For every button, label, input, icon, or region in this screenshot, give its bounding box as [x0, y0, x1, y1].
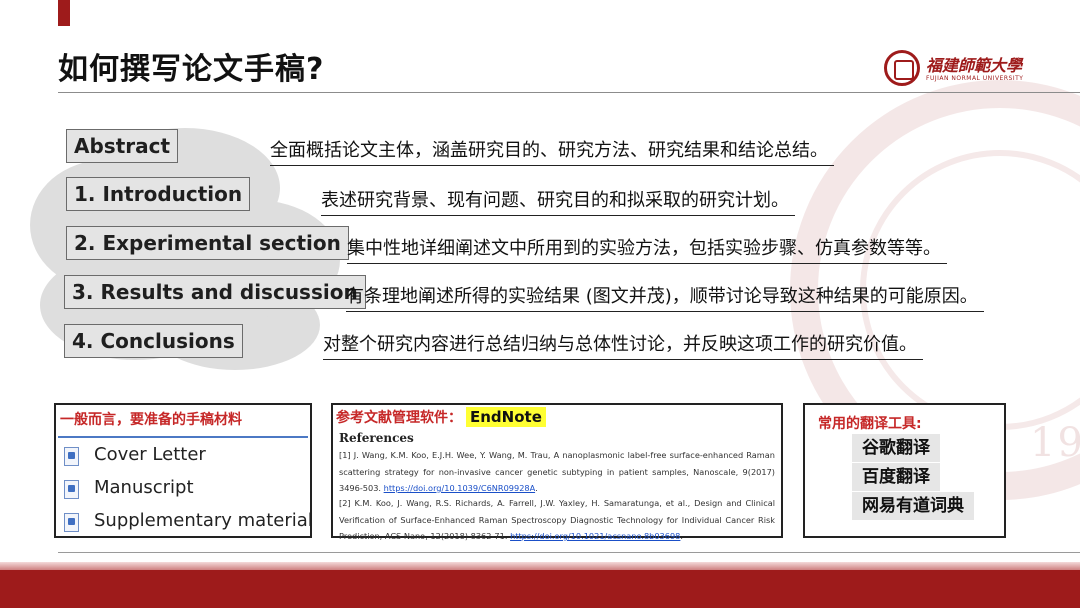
- title-divider: [58, 92, 1080, 93]
- references-panel: 参考文献管理软件： EndNote References [1] J. Wang,…: [331, 403, 783, 541]
- top-accent-tab: [58, 0, 70, 26]
- references-panel-title: 参考文献管理软件： EndNote: [336, 407, 546, 427]
- reference-tail: .: [535, 483, 538, 493]
- footer-divider: [58, 552, 1080, 553]
- reference-entry-2: [2] K.M. Koo, J. Wang, R.S. Richards, A.…: [339, 495, 775, 545]
- section-label-conclusions: 4. Conclusions: [64, 324, 243, 358]
- section-label-introduction: 1. Introduction: [66, 177, 251, 211]
- section-desc-results: 有条理地阐述所得的实验结果 (图文并茂)，顺带讨论导致这种结果的可能原因。: [346, 282, 984, 312]
- endnote-highlight: EndNote: [466, 407, 546, 427]
- materials-panel-title: 一般而言，要准备的手稿材料: [60, 412, 242, 428]
- file-label: Manuscript: [94, 477, 194, 498]
- section-label-experimental: 2. Experimental section: [66, 226, 349, 260]
- tool-baidu-translate: 百度翻译: [852, 463, 940, 491]
- university-name-en: FUJIAN NORMAL UNIVERSITY: [926, 75, 1024, 82]
- file-label: Supplementary material: [94, 510, 313, 531]
- materials-panel: 一般而言，要准备的手稿材料 Cover Letter Manuscript Su…: [54, 403, 313, 538]
- references-panel-label: 参考文献管理软件：: [336, 410, 462, 426]
- university-seal-icon: [884, 50, 920, 86]
- section-label-results: 3. Results and discussion: [64, 275, 366, 309]
- file-label: Cover Letter: [94, 444, 206, 465]
- document-icon: [64, 480, 79, 499]
- translation-tools-title: 常用的翻译工具:: [818, 416, 922, 432]
- document-icon: [64, 513, 79, 532]
- reference-entry-1: [1] J. Wang, K.M. Koo, E.J.H. Wee, Y. Wa…: [339, 447, 775, 497]
- references-heading: References: [339, 431, 414, 445]
- footer-band: [0, 570, 1080, 608]
- tool-youdao-dictionary: 网易有道词典: [852, 492, 974, 520]
- section-label-abstract: Abstract: [66, 129, 179, 163]
- translation-tools-panel: 常用的翻译工具: 谷歌翻译 百度翻译 网易有道词典: [803, 403, 1006, 538]
- cloud-shape: [60, 190, 300, 340]
- reference-doi-link[interactable]: https://doi.org/10.1039/C6NR09928A: [384, 483, 535, 493]
- reference-doi-link[interactable]: https://doi.org/10.1021/acsnano.8b03698: [510, 531, 680, 541]
- section-desc-abstract: 全面概括论文主体，涵盖研究目的、研究方法、研究结果和结论总结。: [270, 136, 834, 166]
- tool-google-translate: 谷歌翻译: [852, 434, 940, 462]
- university-name-cn: 福建師範大學: [926, 56, 1023, 75]
- slide: 19 如何撰写论文手稿? 福建師範大學 FUJIAN NORMAL UNIVER…: [0, 0, 1080, 608]
- reference-tail: .: [680, 531, 684, 541]
- watermark-seal-text: 19: [1030, 420, 1080, 466]
- section-desc-introduction: 表述研究背景、现有问题、研究目的和拟采取的研究计划。: [321, 186, 795, 216]
- slide-title: 如何撰写论文手稿?: [58, 52, 325, 87]
- materials-panel-divider: [58, 436, 308, 438]
- section-desc-conclusions: 对整个研究内容进行总结归纳与总体性讨论，并反映这项工作的研究价值。: [323, 330, 923, 360]
- university-logo: 福建師範大學 FUJIAN NORMAL UNIVERSITY: [884, 48, 1034, 92]
- section-desc-experimental: 集中性地详细阐述文中所用到的实验方法，包括实验步骤、仿真参数等等。: [347, 234, 947, 264]
- document-icon: [64, 447, 79, 466]
